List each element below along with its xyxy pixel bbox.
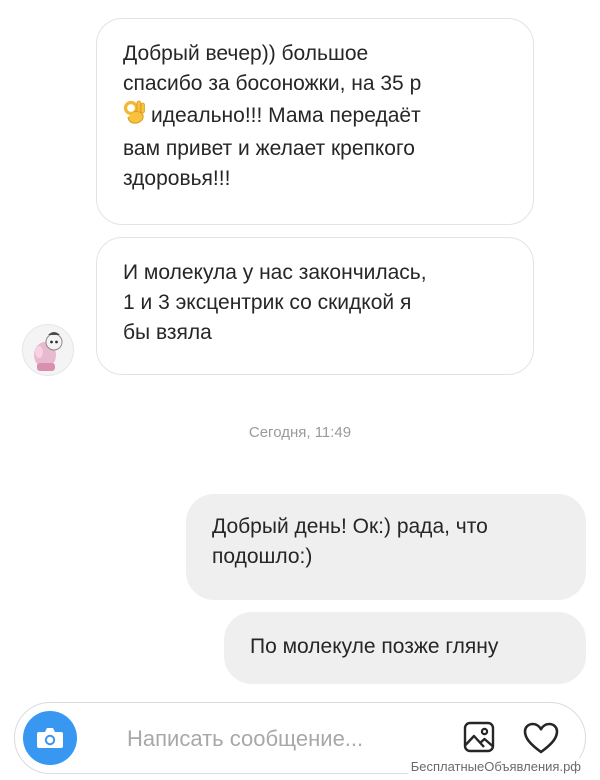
outgoing-message-bubble[interactable]: По молекуле позже гляну [224, 612, 586, 684]
message-text: идеально!!! Мама передаёт [151, 104, 421, 128]
message-input[interactable] [127, 725, 427, 753]
message-text-line: идеально!!! Мама передаёт [123, 99, 509, 134]
camera-icon [37, 728, 63, 748]
message-text: вам привет и желает крепкого здоровья!!! [123, 137, 415, 190]
like-button[interactable] [521, 719, 561, 757]
sender-avatar[interactable] [22, 324, 74, 376]
watermark: БесплатныеОбъявления.рф [407, 758, 584, 775]
message-text: Добрый вечер)) большое спасибо за босоно… [123, 42, 422, 95]
ok-hand-emoji-icon [123, 99, 147, 134]
avatar-image [34, 332, 63, 371]
message-text: По молекуле позже гляну [250, 635, 499, 658]
camera-button[interactable] [23, 711, 77, 765]
image-icon [463, 721, 495, 753]
message-text: И молекула у нас закончилась, 1 и 3 эксц… [123, 261, 427, 344]
message-text: Добрый день! Ок:) рада, что подошло:) [212, 515, 488, 568]
message-timestamp: Сегодня, 11:49 [248, 424, 352, 441]
incoming-message-bubble[interactable]: И молекула у нас закончилась, 1 и 3 эксц… [96, 237, 534, 375]
incoming-message-bubble[interactable]: Добрый вечер)) большое спасибо за босоно… [96, 18, 534, 225]
outgoing-message-bubble[interactable]: Добрый день! Ок:) рада, что подошло:) [186, 494, 586, 600]
gallery-button[interactable] [461, 719, 497, 755]
heart-icon [523, 722, 559, 754]
